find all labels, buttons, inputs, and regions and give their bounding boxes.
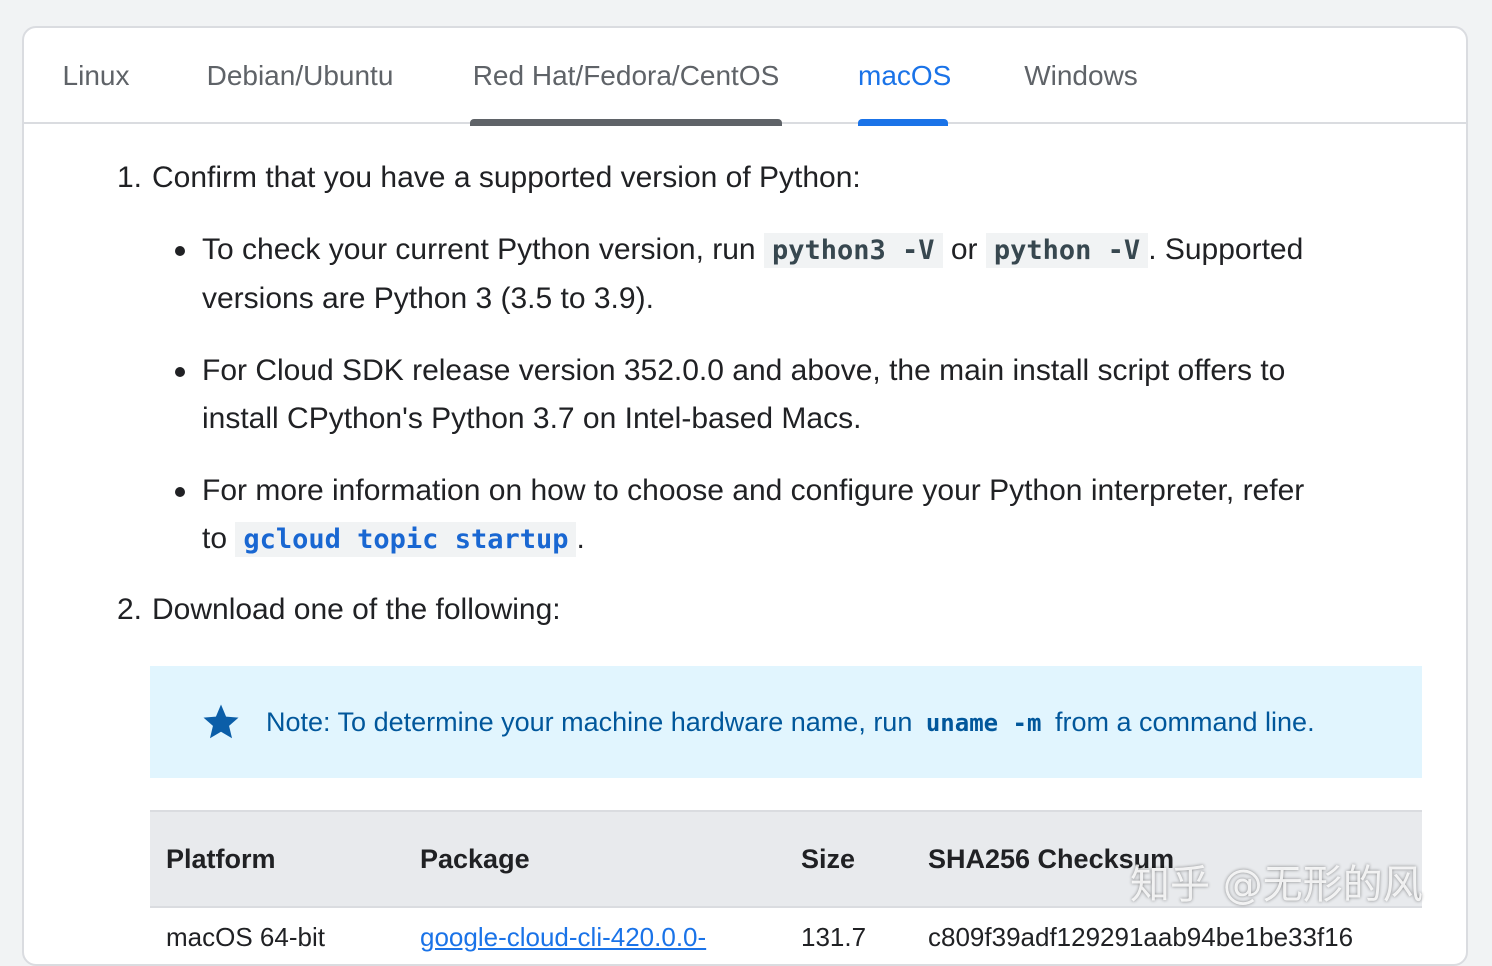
- bullet-dot: [175, 246, 185, 256]
- cell-platform: macOS 64-bit: [166, 922, 325, 952]
- column-header-platform: Platform: [166, 844, 276, 874]
- os-tab-bar: Linux Debian/Ubuntu Red Hat/Fedora/CentO…: [24, 28, 1466, 126]
- cell-size: 131.7: [801, 922, 867, 952]
- bullet-text: To check your current Python version, ru…: [202, 233, 756, 266]
- step-text: Download one of the following:: [152, 593, 561, 626]
- watermark: 知乎 @无形的风: [1130, 862, 1423, 908]
- bullet-dot: [175, 487, 185, 497]
- bullet-dot: [175, 367, 185, 377]
- list-item: To check your current Python version, ru…: [175, 226, 1402, 323]
- note-callout: Note: To determine your machine hardware…: [150, 666, 1422, 778]
- bullet-text: versions are Python 3 (3.5 to 3.9).: [202, 282, 654, 315]
- tab-label: macOS: [858, 60, 952, 91]
- uname-command-code: uname -m: [925, 708, 1042, 737]
- step-2: 2. Download one of the following:: [117, 586, 561, 634]
- list-item: For Cloud SDK release version 352.0.0 an…: [175, 347, 1402, 443]
- tab-hover-indicator: [470, 119, 782, 126]
- step-text: Confirm that you have a supported versio…: [152, 161, 861, 194]
- gcloud-topic-startup-link[interactable]: gcloud topic startup: [235, 522, 577, 557]
- tab-label: Linux: [62, 60, 130, 91]
- bullet-text: For Cloud SDK release version 352.0.0 an…: [202, 354, 1286, 387]
- tab-label: Red Hat/Fedora/CentOS: [472, 60, 780, 91]
- python-command-code: python -V: [985, 233, 1149, 268]
- tab-linux[interactable]: Linux: [62, 28, 130, 124]
- tab-label: Windows: [1024, 60, 1138, 91]
- install-card: Linux Debian/Ubuntu Red Hat/Fedora/CentO…: [22, 26, 1468, 966]
- bullet-text: For more information on how to choose an…: [202, 474, 1305, 507]
- star-icon: [203, 704, 239, 739]
- step-number: 2.: [117, 593, 143, 626]
- cell-package: google-cloud-cli-420.0.0-: [420, 922, 706, 953]
- note-suffix: from a command line.: [1054, 706, 1315, 737]
- bullet-text: or: [950, 233, 978, 266]
- bullet-text: . Supported: [1148, 233, 1304, 266]
- python-requirements-list: To check your current Python version, ru…: [175, 226, 1402, 564]
- tab-active-indicator: [858, 119, 948, 126]
- tab-label: Debian/Ubuntu: [206, 60, 394, 91]
- note-prefix: Note: To determine your machine hardware…: [266, 706, 913, 737]
- tab-macos[interactable]: macOS: [858, 28, 952, 126]
- tab-windows[interactable]: Windows: [1020, 28, 1142, 124]
- step-1: 1. Confirm that you have a supported vers…: [117, 154, 861, 202]
- bullet-text: .: [576, 522, 585, 555]
- note-text: Note: To determine your machine hardware…: [266, 707, 1315, 738]
- cell-checksum: c809f39adf129291aab94be1be33f16: [928, 922, 1354, 952]
- tab-redhat-fedora-centos[interactable]: Red Hat/Fedora/CentOS: [470, 28, 782, 126]
- tab-debian-ubuntu[interactable]: Debian/Ubuntu: [202, 28, 398, 124]
- column-header-size: Size: [801, 844, 856, 874]
- column-header-package: Package: [420, 844, 530, 874]
- bullet-text: install CPython's Python 3.7 on Intel-ba…: [202, 402, 862, 435]
- bullet-text: to: [202, 522, 228, 555]
- step-number: 1.: [117, 161, 143, 194]
- table-row: macOS 64-bit google-cloud-cli-420.0.0- 1…: [150, 908, 1422, 964]
- list-item: For more information on how to choose an…: [175, 467, 1402, 564]
- package-download-link[interactable]: google-cloud-cli-420.0.0-: [420, 922, 706, 952]
- python3-command-code: python3 -V: [763, 233, 943, 268]
